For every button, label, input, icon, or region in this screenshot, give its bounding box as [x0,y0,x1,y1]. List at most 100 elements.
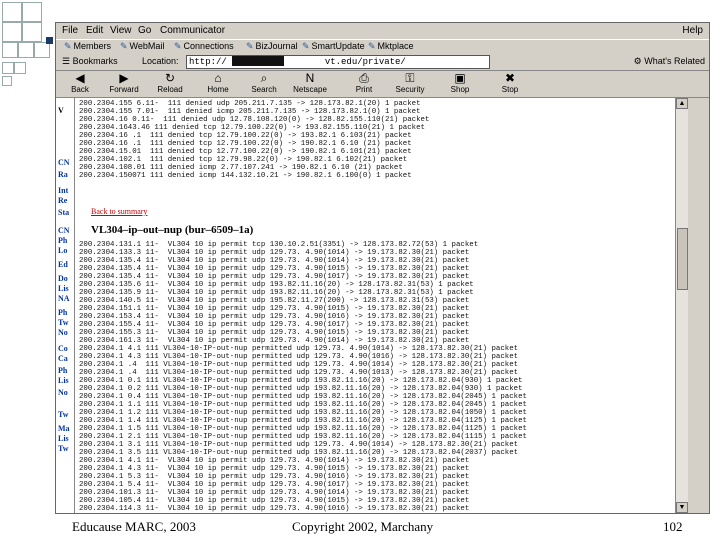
back-arrow-icon: ◀ [75,71,85,85]
log-line: 200.2304.155 7.01- 111 denied icmp 205.2… [79,108,421,116]
toolbar-button-label: Stop [501,85,519,94]
stop-icon: ✖ [504,71,516,85]
scroll-thumb[interactable] [677,228,688,290]
security-button[interactable]: ⚿ Security [388,71,432,97]
toolbar-button-label: Print [355,85,373,94]
reload-button[interactable]: ↻ Reload [148,71,192,97]
left-frame-link[interactable]: Lis [58,376,69,385]
url-suffix: vt.edu/private/ [324,57,406,67]
back-to-summary-link[interactable]: Back to summary [91,207,147,216]
log-line: 200.2304.102.1 111 denied tcp 12.79.98.2… [79,156,408,164]
bookmarks-icon: ☰ [62,56,71,66]
log-line: 200.2304.1 4.3 11- VL304 10 ip permit ud… [79,465,470,473]
log-line: 200.2304.1643.46 111 denied tcp 12.79.10… [79,124,425,132]
left-frame-link[interactable]: Tw [58,410,69,419]
left-frame-link[interactable]: Lis [58,434,69,443]
whats-related-label: What's Related [644,56,705,66]
log-line: 200.2304.135.4 11- VL304 10 ip permit ud… [79,257,470,265]
log-line: 200.2304.1 5.3 11- VL304 10 ip permit ud… [79,473,470,481]
left-frame-link[interactable]: NA [58,294,70,303]
left-frame-link[interactable]: Lo [58,246,67,255]
print-button[interactable]: ⎙ Print [342,71,386,97]
left-frame-link[interactable]: No [58,388,68,397]
log-line: 200.2304.1 3.1 111 VL304-10-IP-out-nup p… [79,441,519,449]
log-line: 200.2304.155 6.11- 111 denied udp 205.21… [79,100,421,108]
left-frame-link[interactable]: Lis [58,284,69,293]
vertical-scrollbar[interactable]: ▲ ▼ [675,98,688,513]
menu-edit[interactable]: Edit [86,25,103,36]
left-frame-link[interactable]: V [58,106,64,115]
menu-communicator[interactable]: Communicator [160,25,225,36]
log-line: 200.2304.1 2.1 111 VL304-10-IP-out-nup p… [79,433,527,441]
left-frame-link[interactable]: Tw [58,318,69,327]
browser-window: File Edit View Go Communicator Help Memb… [55,22,710,514]
netscape-icon: N [305,71,315,85]
personal-link-webmail[interactable]: WebMail [120,41,165,52]
log-line: 200.2304.153.4 11- VL304 10 ip permit ud… [79,313,470,321]
left-frame-link[interactable]: Int [58,186,68,195]
stop-button[interactable]: ✖ Stop [488,71,532,97]
personal-link-bizjournal[interactable]: BizJournal [246,41,298,52]
left-frame-link[interactable]: Re [58,196,67,205]
decorative-square [34,42,50,58]
menu-bar: File Edit View Go Communicator Help [56,23,709,39]
forward-button[interactable]: ▶ Forward [102,71,146,97]
personal-link-members[interactable]: Members [64,41,112,52]
back-button[interactable]: ◀ Back [58,71,102,97]
log-line: 200.2304.133.3 11- VL304 10 ip permit ud… [79,249,470,257]
log-line: 200.2304.135.4 11- VL304 10 ip permit ud… [79,273,470,281]
decorative-square [18,42,34,58]
search-icon: ⌕ [260,71,268,85]
left-frame-link[interactable]: Ed [58,260,68,269]
home-button[interactable]: ⌂ Home [196,71,240,97]
log-line: 200.2304.140.5 11- VL304 10 ip permit ud… [79,297,470,305]
left-frame-link[interactable]: Co [58,344,68,353]
toolbar-button-label: Shop [450,85,470,94]
toolbar-button-label: Forward [109,85,139,94]
left-frame-link[interactable]: CN [58,226,70,235]
location-label: Location: [142,56,179,66]
shop-button[interactable]: ▣ Shop [438,71,482,97]
left-frame-link[interactable]: Do [58,274,68,283]
search-button[interactable]: ⌕ Search [242,71,286,97]
personal-link-smartupdate[interactable]: SmartUpdate [302,41,365,52]
left-frame-link[interactable]: Ra [58,170,68,179]
log-line: 200.2304.1 1.5 111 VL304-10-IP-out-nup p… [79,425,527,433]
bookmarks-button[interactable]: ☰ Bookmarks [62,56,118,67]
left-frame-link[interactable]: CN [58,158,70,167]
left-frame-link[interactable]: Sta [58,208,69,217]
toolbar-button-label: Security [395,85,425,94]
left-frame-link[interactable]: No [58,328,68,337]
netscape-button[interactable]: N Netscape [288,71,332,97]
url-prefix: http:// [189,57,227,67]
log-line: 200.2304.135.4 11- VL304 10 ip permit ud… [79,265,470,273]
log-line: 200.2304.135.9 11- VL304 10 ip permit ud… [79,289,474,297]
scroll-up-icon[interactable]: ▲ [676,98,688,109]
personal-link-mktplace[interactable]: Mktplace [368,41,414,52]
personal-link-connections[interactable]: Connections [174,41,234,52]
location-bar: ☰ Bookmarks Location: http:// vt.edu/priv… [56,54,709,71]
log-line: 200.2304.16 .1 111 denied tcp 12.79.100.… [79,132,412,140]
menu-help[interactable]: Help [682,25,703,36]
security-lock-icon: ⚿ [405,71,415,85]
left-frame-link[interactable]: Ph [58,236,67,245]
log-line: 200.2304.1 4.1 11- VL304 10 ip permit ud… [79,457,470,465]
decorative-square [2,2,22,22]
scroll-down-icon[interactable]: ▼ [676,502,688,513]
left-frame-link[interactable]: Ma [58,424,70,433]
left-frame-link[interactable]: Ph [58,308,67,317]
decorative-square [2,62,14,74]
log-line: 200.2304.16 0.11- 111 denied udp 12.78.1… [79,116,430,124]
decorative-square [14,62,26,74]
whats-related-button[interactable]: ⚙ What's Related [634,56,705,67]
redacted-hostname [232,56,284,66]
left-frame-link[interactable]: Ph [58,366,67,375]
left-frame-link[interactable]: Ca [58,354,68,363]
decorative-square [2,76,12,86]
left-frame-link[interactable]: Tw [58,444,69,453]
personal-toolbar: Members WebMail Connections BizJournal S… [56,39,709,55]
log-line: 200.2304.16 .1 111 denied tcp 12.79.100.… [79,140,412,148]
menu-file[interactable]: File [62,25,78,36]
menu-view[interactable]: View [110,25,132,36]
menu-go[interactable]: Go [138,25,151,36]
